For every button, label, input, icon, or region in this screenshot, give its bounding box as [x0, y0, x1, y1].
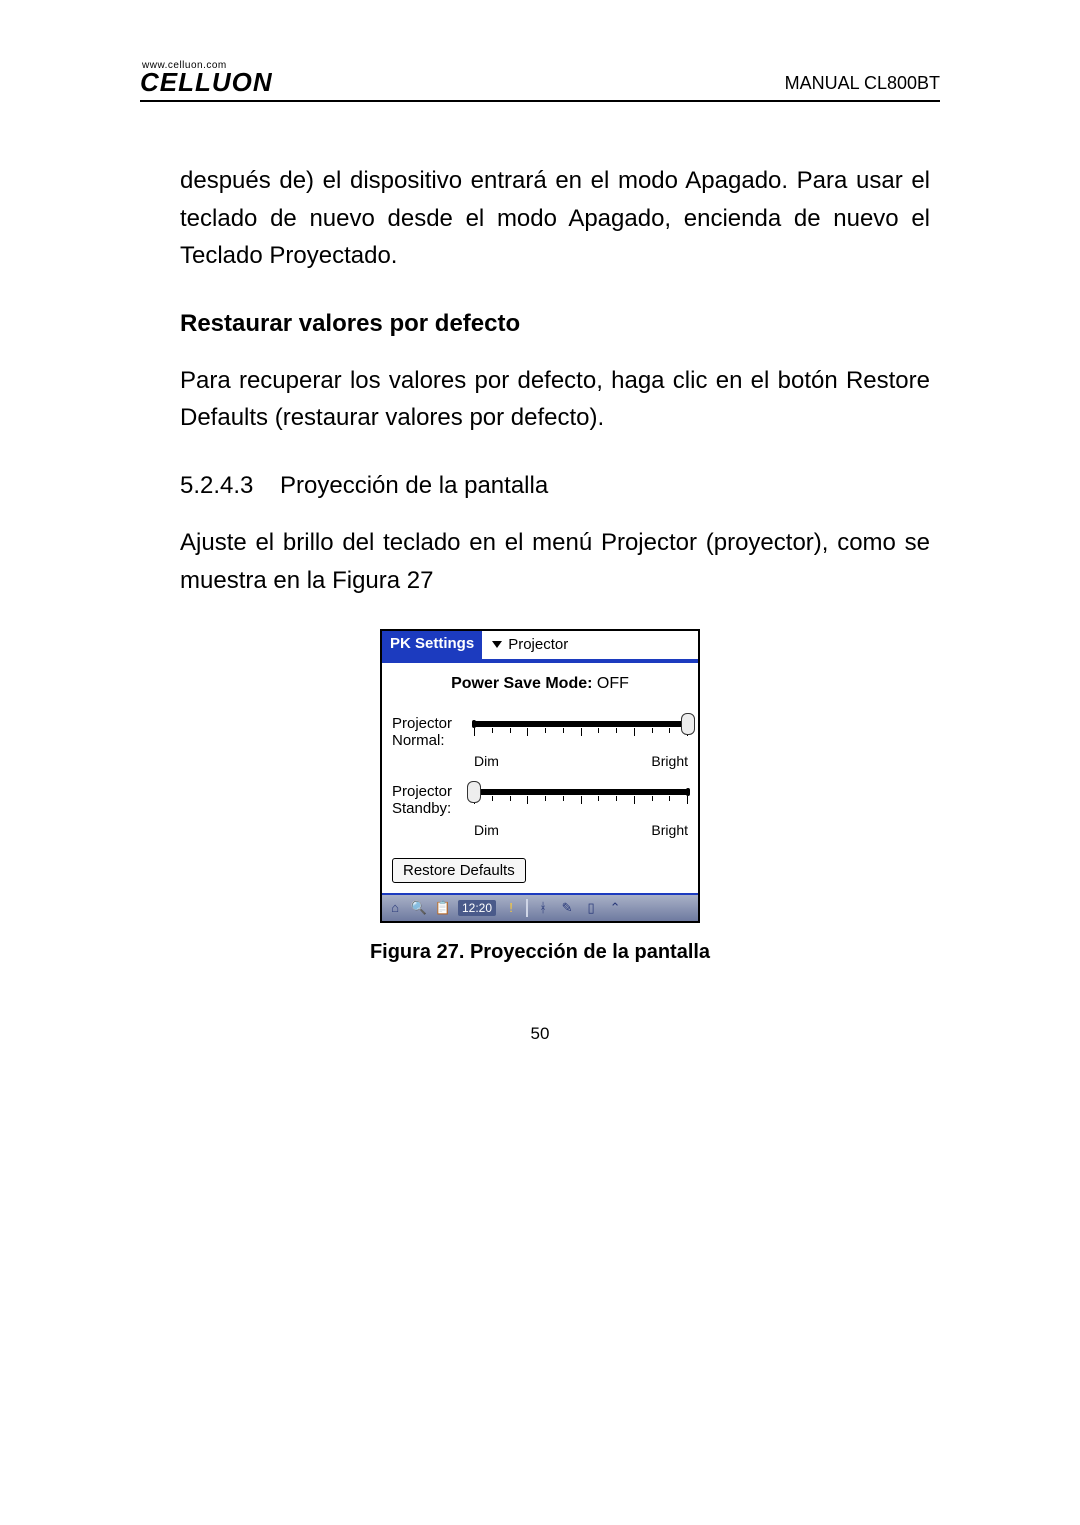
manual-id: MANUAL CL800BT [785, 73, 940, 94]
arrow-icon[interactable]: ⌃ [606, 899, 624, 917]
subsection-number: 5.2.4.3 [180, 472, 280, 500]
restore-defaults-button[interactable]: Restore Defaults [392, 858, 526, 883]
projector-normal-row: Projector Normal: [392, 715, 688, 750]
brand-wordmark: CELLUON [140, 71, 273, 94]
bluetooth-icon[interactable]: ᚼ [534, 899, 552, 917]
psm-value: OFF [597, 675, 629, 692]
projector-menu[interactable]: Projector [484, 631, 698, 659]
figure-caption: Figura 27. Proyección de la pantalla [140, 941, 940, 964]
page-number: 50 [140, 1024, 940, 1044]
home-icon[interactable]: ⌂ [386, 899, 404, 917]
projector-normal-thumb[interactable] [681, 713, 695, 735]
projector-standby-range: Dim Bright [474, 822, 688, 838]
subsection-heading: 5.2.4.3Proyección de la pantalla [140, 472, 930, 500]
projector-standby-thumb[interactable] [467, 781, 481, 803]
app-name: PK Settings [382, 631, 482, 659]
manual-page: www.celluon.com CELLUON MANUAL CL800BT d… [0, 0, 1080, 1104]
projector-standby-label: Projector Standby: [392, 783, 474, 818]
subsection-title: Proyección de la pantalla [280, 472, 548, 499]
alert-icon[interactable]: ! [502, 899, 520, 917]
taskbar-separator [526, 899, 528, 917]
device-titlebar: PK Settings Projector [382, 631, 698, 659]
device-screenshot: PK Settings Projector Power Save Mode: O… [380, 629, 700, 923]
projector-normal-range: Dim Bright [474, 753, 688, 769]
body-text: después de) el dispositivo entrará en el… [180, 162, 930, 598]
intro-paragraph: después de) el dispositivo entrará en el… [180, 162, 930, 274]
bright-label-2: Bright [651, 822, 688, 838]
menu-label: Projector [508, 636, 568, 653]
page-header: www.celluon.com CELLUON MANUAL CL800BT [140, 60, 940, 102]
projector-standby-slider[interactable] [474, 787, 688, 797]
search-icon[interactable]: 🔍 [410, 899, 428, 917]
subsection-paragraph: Ajuste el brillo del teclado en el menú … [180, 524, 930, 598]
power-save-mode-row: Power Save Mode: OFF [392, 675, 688, 693]
dim-label-2: Dim [474, 822, 499, 838]
section-heading: Restaurar valores por defecto [180, 310, 930, 338]
battery-icon[interactable]: ▯ [582, 899, 600, 917]
projector-normal-label: Projector Normal: [392, 715, 474, 750]
section-paragraph: Para recuperar los valores por defecto, … [180, 362, 930, 436]
projector-standby-row: Projector Standby: [392, 783, 688, 818]
brand-logo: www.celluon.com CELLUON [140, 60, 273, 94]
psm-label: Power Save Mode: [451, 675, 592, 692]
clipboard-icon[interactable]: 📋 [434, 899, 452, 917]
projector-normal-slider[interactable] [474, 719, 688, 729]
device-taskbar: ⌂ 🔍 📋 12:20 ! ᚼ ✎ ▯ ⌃ [382, 893, 698, 921]
pen-icon[interactable]: ✎ [558, 899, 576, 917]
taskbar-clock: 12:20 [458, 900, 496, 916]
dim-label: Dim [474, 753, 499, 769]
bright-label: Bright [651, 753, 688, 769]
chevron-down-icon [492, 641, 502, 648]
device-body: Power Save Mode: OFF Projector Normal: D… [382, 663, 698, 893]
